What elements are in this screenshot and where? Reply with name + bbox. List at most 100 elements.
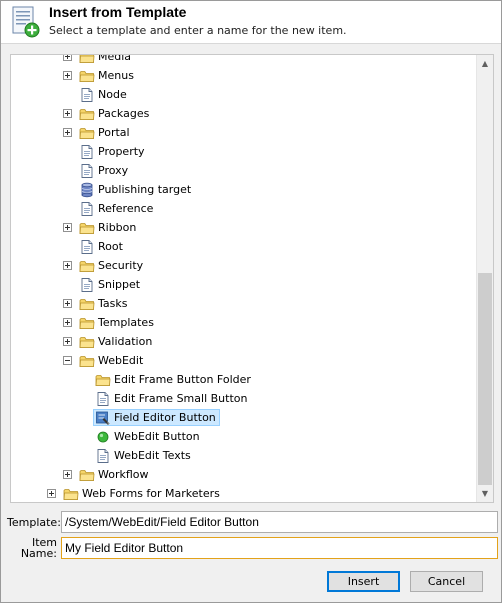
tree-node[interactable]: Workflow: [79, 466, 152, 483]
tree-item: WebEdit: [11, 351, 471, 370]
collapse-icon[interactable]: [63, 356, 72, 365]
tree-node[interactable]: Publishing target: [79, 181, 194, 198]
item-name-label: Item Name:: [7, 537, 57, 559]
tree-item: Edit Frame Small Button: [11, 389, 471, 408]
document-icon: [95, 448, 111, 464]
tree-node-label: Templates: [98, 315, 154, 329]
expand-icon[interactable]: [47, 489, 56, 498]
tree-node-label: Portal: [98, 125, 130, 139]
document-icon: [79, 163, 95, 179]
tree-node[interactable]: Media: [79, 55, 134, 65]
green-dot-icon: [95, 429, 111, 445]
tree-node-label: Web Forms for Marketers: [82, 486, 220, 500]
tree-node[interactable]: Validation: [79, 333, 155, 350]
expand-icon[interactable]: [63, 299, 72, 308]
tree-item: Packages: [11, 104, 471, 123]
scrollbar-thumb[interactable]: [478, 273, 492, 485]
tree-item: Media: [11, 55, 471, 66]
tree-item: Portal: [11, 123, 471, 142]
tree-node[interactable]: Templates: [79, 314, 157, 331]
tree-node-label: Edit Frame Small Button: [114, 391, 248, 405]
tree-node[interactable]: Property: [79, 143, 148, 160]
scroll-down-icon[interactable]: ▼: [477, 485, 493, 502]
folder-icon: [79, 296, 95, 312]
tree-node[interactable]: Snippet: [79, 276, 143, 293]
document-icon: [79, 144, 95, 160]
expand-icon[interactable]: [63, 318, 72, 327]
tree-node[interactable]: Node: [79, 86, 130, 103]
template-field[interactable]: [61, 511, 498, 533]
tree-node-label: WebEdit Button: [114, 429, 200, 443]
template-tree-panel: Media Menus Node Packages Portal Property Prox…: [10, 54, 494, 503]
tree-node[interactable]: Packages: [79, 105, 152, 122]
tree-scrollbar[interactable]: ▲ ▼: [476, 55, 493, 502]
folder-icon: [79, 315, 95, 331]
tree-item: Tasks: [11, 294, 471, 313]
document-icon: [79, 87, 95, 103]
tree-item: Field Editor Button: [11, 408, 471, 427]
expand-icon[interactable]: [63, 71, 72, 80]
folder-icon: [79, 467, 95, 483]
folder-icon: [79, 353, 95, 369]
tree-node-label: Media: [98, 55, 132, 63]
dialog-title: Insert from Template: [49, 4, 187, 20]
dialog-header: Insert from Template Select a template a…: [1, 1, 501, 44]
tree-node[interactable]: Tasks: [79, 295, 130, 312]
expand-icon[interactable]: [63, 470, 72, 479]
expand-icon[interactable]: [63, 55, 72, 61]
expand-icon[interactable]: [63, 109, 72, 118]
folder-icon: [63, 486, 79, 502]
expand-icon[interactable]: [63, 128, 72, 137]
tree-node[interactable]: Ribbon: [79, 219, 139, 236]
folder-icon: [95, 372, 111, 388]
tree-node[interactable]: WebEdit Texts: [95, 447, 194, 464]
tree-node-label: Publishing target: [98, 182, 192, 196]
tree-node[interactable]: Root: [79, 238, 126, 255]
tree-node[interactable]: Reference: [79, 200, 156, 217]
tree-node[interactable]: Portal: [79, 124, 133, 141]
tree-node[interactable]: WebEdit Button: [95, 428, 203, 445]
item-name-label-line2: Name:: [20, 547, 57, 560]
folder-icon: [79, 68, 95, 84]
tree-node[interactable]: WebEdit: [79, 352, 146, 369]
expand-icon[interactable]: [63, 261, 72, 270]
folder-icon: [79, 55, 95, 65]
tree-node[interactable]: Edit Frame Button Folder: [95, 371, 254, 388]
tree-item: Validation: [11, 332, 471, 351]
tree-node[interactable]: Edit Frame Small Button: [95, 390, 250, 407]
scroll-up-icon[interactable]: ▲: [477, 55, 493, 72]
expand-icon[interactable]: [63, 223, 72, 232]
expand-icon[interactable]: [63, 337, 72, 346]
insert-button[interactable]: Insert: [327, 571, 400, 592]
tree-node-label: Proxy: [98, 163, 129, 177]
tree-item: Snippet: [11, 275, 471, 294]
folder-icon: [79, 258, 95, 274]
tree-node-label: Validation: [98, 334, 153, 348]
cancel-button[interactable]: Cancel: [410, 571, 483, 592]
tree-item: Ribbon: [11, 218, 471, 237]
tree-node[interactable]: Proxy: [79, 162, 131, 179]
folder-icon: [79, 334, 95, 350]
tree-node[interactable]: Web Forms for Marketers: [63, 485, 223, 502]
tree-item: Menus: [11, 66, 471, 85]
document-icon: [79, 239, 95, 255]
tree-node-label: Tasks: [98, 296, 128, 310]
folder-icon: [79, 106, 95, 122]
tree-node[interactable]: Menus: [79, 67, 137, 84]
tree-node[interactable]: Security: [79, 257, 146, 274]
tree-item: Web Forms for Marketers: [11, 484, 471, 502]
tree-item: Root: [11, 237, 471, 256]
tree-item: Reference: [11, 199, 471, 218]
tree-node-selected[interactable]: Field Editor Button: [93, 409, 220, 426]
tree-item: Security: [11, 256, 471, 275]
tree-node-label: Security: [98, 258, 144, 272]
insert-from-template-dialog: Insert from Template Select a template a…: [0, 0, 502, 603]
item-name-input[interactable]: [61, 537, 498, 559]
tree-node-label: WebEdit Texts: [114, 448, 191, 462]
document-icon: [79, 277, 95, 293]
tree-item: Node: [11, 85, 471, 104]
folder-icon: [79, 220, 95, 236]
document-icon: [95, 391, 111, 407]
tree-node-label: Node: [98, 87, 127, 101]
tree-item: Workflow: [11, 465, 471, 484]
